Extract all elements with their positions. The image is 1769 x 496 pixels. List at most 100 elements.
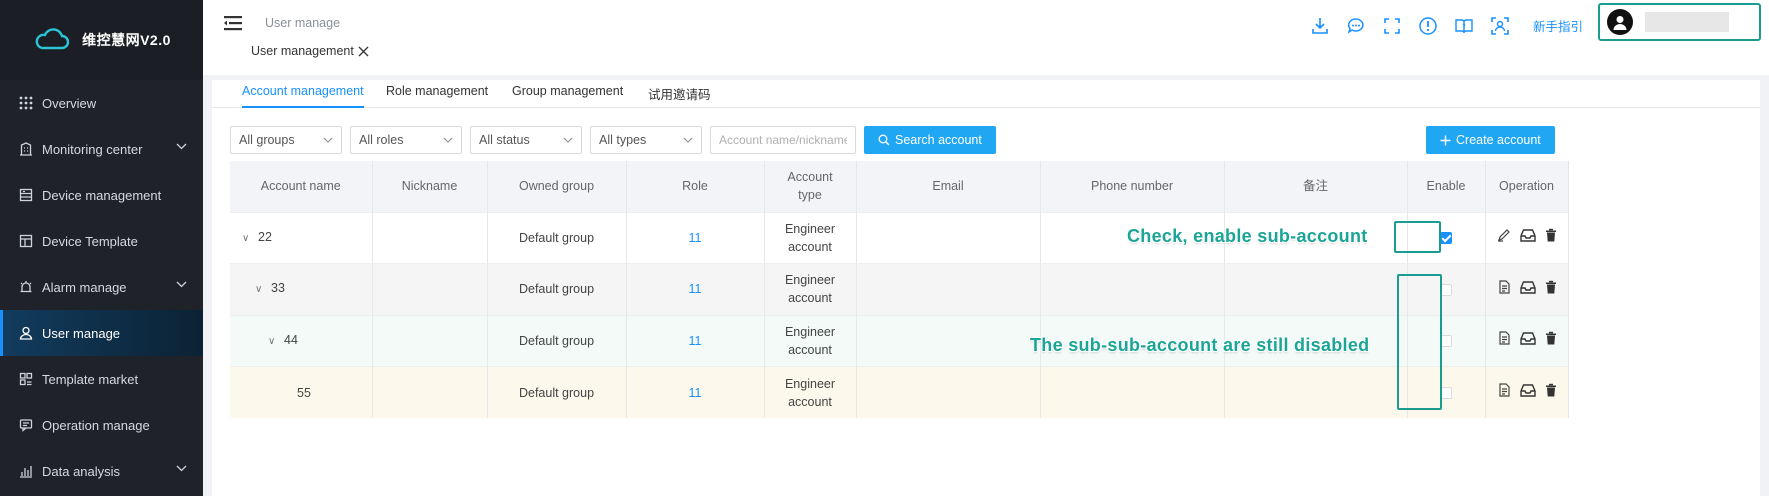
annotation-box-disabled xyxy=(1397,274,1442,410)
header: User manage User management ? 新手指引 xyxy=(203,0,1769,75)
column-header: 备注 xyxy=(1224,161,1408,212)
building-icon xyxy=(18,141,34,157)
sidebar-item-template-market[interactable]: Template market xyxy=(0,356,203,402)
chevron-down-icon xyxy=(563,137,573,143)
info-icon[interactable] xyxy=(1416,14,1440,38)
close-icon[interactable] xyxy=(358,46,369,57)
phone-cell xyxy=(1040,366,1225,418)
chevron-down-icon xyxy=(323,137,333,143)
account-name-cell: 55 xyxy=(230,366,373,418)
document-icon[interactable] xyxy=(1497,331,1511,345)
owned-group-cell: Default group xyxy=(487,263,627,315)
sidebar: 维控慧网V2.0 Overview Monitoring center Device… xyxy=(0,0,203,496)
sidebar-item-device-management[interactable]: Device management xyxy=(0,172,203,218)
chevron-down-icon xyxy=(176,465,187,472)
remark-cell xyxy=(1224,263,1408,315)
sidebar-item-label: Alarm manage xyxy=(42,279,127,295)
tab-group-management[interactable]: Group management xyxy=(512,84,623,106)
role-cell: 11 xyxy=(626,263,765,315)
sidebar-item-alarm-manage[interactable]: Alarm manage xyxy=(0,264,203,310)
annotation-box-enabled xyxy=(1394,221,1441,253)
sidebar-item-operation-manage[interactable]: Operation manage xyxy=(0,402,203,448)
email-cell xyxy=(856,366,1041,418)
open-tab-user-management[interactable]: User management xyxy=(251,44,369,58)
account-name-cell: ∨ 44 xyxy=(230,314,373,367)
document-icon[interactable] xyxy=(1497,383,1511,397)
book-icon[interactable]: ? xyxy=(1452,14,1476,38)
tabs-bar: Account management Role management Group… xyxy=(212,80,1760,108)
type-select[interactable]: All types xyxy=(590,126,702,154)
user-avatar-icon xyxy=(1613,16,1627,30)
sidebar-item-user-manage[interactable]: User manage xyxy=(0,310,203,356)
sidebar-item-monitoring-center[interactable]: Monitoring center xyxy=(0,126,203,172)
nickname-cell xyxy=(372,314,488,367)
enable-checkbox[interactable] xyxy=(1440,232,1452,245)
sidebar-item-device-template[interactable]: Device Template xyxy=(0,218,203,264)
sidebar-item-label: Monitoring center xyxy=(42,141,143,157)
expand-chevron-icon[interactable]: ∨ xyxy=(268,333,280,351)
sidebar-item-data-analysis[interactable]: Data analysis xyxy=(0,448,203,494)
group-select[interactable]: All groups xyxy=(230,126,342,154)
chat-icon xyxy=(18,417,34,433)
role-cell: 11 xyxy=(626,314,765,367)
search-input[interactable] xyxy=(710,126,856,154)
edit-icon[interactable] xyxy=(1497,228,1511,242)
accounts-table: Account name Nickname Owned group Role Accou… xyxy=(230,161,1569,418)
user-name-redacted xyxy=(1645,12,1729,32)
trash-icon[interactable] xyxy=(1545,383,1557,397)
document-icon[interactable] xyxy=(1497,280,1511,294)
create-account-button[interactable]: Create account xyxy=(1426,126,1555,154)
column-header: Email xyxy=(856,161,1041,212)
chevron-down-icon xyxy=(176,281,187,288)
breadcrumb[interactable]: User manage xyxy=(265,16,340,30)
svg-text:?: ? xyxy=(1462,23,1466,31)
account-name: 55 xyxy=(297,385,311,400)
sidebar-item-label: Template market xyxy=(42,371,139,387)
inbox-icon[interactable] xyxy=(1519,331,1536,345)
brand[interactable]: 维控慧网V2.0 xyxy=(0,0,203,80)
avatar[interactable] xyxy=(1607,9,1633,35)
sidebar-item-overview[interactable]: Overview xyxy=(0,80,203,126)
guide-link[interactable]: 新手指引 xyxy=(1533,16,1583,35)
grid-icon xyxy=(18,95,34,111)
operation-cell xyxy=(1485,211,1569,264)
inbox-icon[interactable] xyxy=(1519,280,1536,294)
trash-icon[interactable] xyxy=(1545,331,1557,345)
expand-chevron-icon[interactable]: ∨ xyxy=(242,230,254,248)
message-icon[interactable] xyxy=(1344,14,1368,38)
search-icon xyxy=(878,134,890,146)
trash-icon[interactable] xyxy=(1545,280,1557,294)
email-cell xyxy=(856,211,1041,264)
inbox-icon[interactable] xyxy=(1519,228,1536,242)
remark-cell xyxy=(1224,366,1408,418)
tab-trial-invite-code[interactable]: 试用邀请码 xyxy=(648,84,711,111)
owned-group-cell: Default group xyxy=(487,366,627,418)
role-link[interactable]: 11 xyxy=(689,231,702,245)
inbox-icon[interactable] xyxy=(1519,383,1536,397)
user-menu[interactable] xyxy=(1598,3,1761,41)
tab-role-management[interactable]: Role management xyxy=(386,84,488,106)
expand-chevron-icon[interactable]: ∨ xyxy=(255,281,267,299)
role-link[interactable]: 11 xyxy=(689,386,702,400)
table-row[interactable]: ∨ 33 Default group 11 Engineer account xyxy=(230,263,1569,315)
table-row[interactable]: 55 Default group 11 Engineer account xyxy=(230,366,1569,418)
scan-icon[interactable] xyxy=(1488,14,1512,38)
menu-toggle-icon[interactable] xyxy=(223,14,243,32)
chevron-down-icon xyxy=(683,137,693,143)
account-name: 22 xyxy=(258,229,272,244)
trash-icon[interactable] xyxy=(1545,228,1557,242)
search-account-button[interactable]: Search account xyxy=(864,126,996,154)
column-header: Operation xyxy=(1485,161,1569,212)
role-select[interactable]: All roles xyxy=(350,126,462,154)
column-header: Nickname xyxy=(372,161,488,212)
sidebar-item-label: Overview xyxy=(42,95,97,111)
fullscreen-icon[interactable] xyxy=(1380,14,1404,38)
status-select[interactable]: All status xyxy=(470,126,582,154)
tab-account-management[interactable]: Account management xyxy=(242,84,364,108)
account-name: 33 xyxy=(271,281,285,296)
role-link[interactable]: 11 xyxy=(689,334,702,348)
role-link[interactable]: 11 xyxy=(689,282,702,296)
account-name-cell: ∨ 33 xyxy=(230,263,373,315)
template-icon xyxy=(18,233,34,249)
download-icon[interactable] xyxy=(1308,14,1332,38)
